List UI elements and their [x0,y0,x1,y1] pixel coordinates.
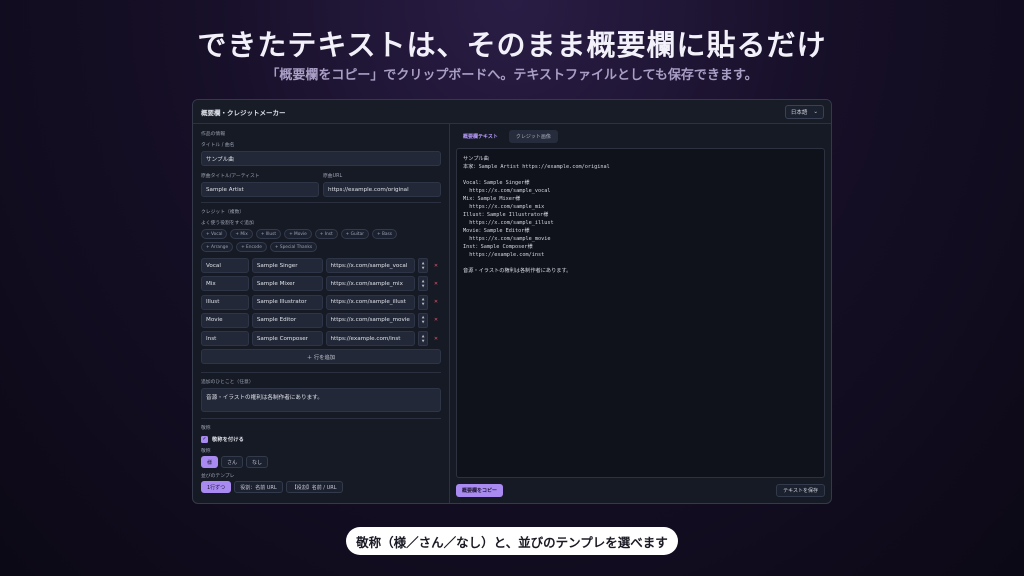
honorific-sama-button[interactable]: 様 [201,456,219,469]
move-buttons[interactable]: ▲ ▼ [418,258,429,273]
chip-arrange[interactable]: + Arrange [201,242,234,252]
credit-name-input[interactable]: Sample Composer [251,331,323,347]
role-chips: + Vocal + Mix + Illust + Movie + Inst + … [201,229,421,252]
language-value: 日本語 [790,109,808,116]
move-down-icon[interactable]: ▼ [422,320,425,325]
chip-bass[interactable]: + Bass [371,229,398,239]
delete-icon[interactable]: ✕ [431,315,441,325]
original-url-input[interactable]: https://example.com/original [323,182,441,197]
move-down-icon[interactable]: ▼ [422,339,425,344]
honorific-checkbox-label: 敬称を付ける [212,437,244,444]
copy-description-button[interactable]: 概要欄をコピー [456,484,504,497]
credit-list: Vocal Sample Singer https://x.com/sample… [201,258,441,347]
tab-description-text[interactable]: 概要欄テキスト [456,130,505,143]
original-url-label: 原曲URL [323,174,343,179]
app-header: 概要欄・クレジットメーカー 日本語 ⌄ [193,100,831,124]
credit-role-input[interactable]: Illust [201,294,249,310]
credits-heading: クレジット（複数） [201,210,245,215]
honorific-label: 敬称 [201,449,211,455]
note-textarea[interactable]: 音源・イラストの権利は各制作者にあります。 [201,388,441,413]
add-row-button[interactable]: ＋ 行を追加 [201,349,441,365]
title-input[interactable]: サンプル曲 [201,151,441,166]
chip-mix[interactable]: + Mix [230,229,253,239]
chip-encode[interactable]: + Encode [236,242,267,252]
credit-row: Mix Sample Mixer https://x.com/sample_mi… [201,276,441,292]
template-bracket-role-button[interactable]: 【役割】名前 / URL [285,481,343,494]
app-window: 概要欄・クレジットメーカー 日本語 ⌄ 作品の情報 タイトル / 曲名 サンプル… [192,99,832,504]
caption-pill: 敬称（様／さん／なし）と、並びのテンプレを選べます [346,527,678,555]
app-title: 概要欄・クレジットメーカー [201,108,286,117]
preview-actions: 概要欄をコピー テキストを保存 [456,484,825,497]
template-options: 1行ずつ 役割：名前 URL 【役割】名前 / URL [201,481,441,494]
credit-row: Movie Sample Editor https://x.com/sample… [201,312,441,328]
note-label: 追加のひとこと（任意） [201,380,254,386]
move-buttons[interactable]: ▲ ▼ [418,312,429,328]
credit-name-input[interactable]: Sample Singer [251,258,323,273]
credit-url-input[interactable]: https://example.com/inst [325,331,416,347]
preview-text: サンプル曲 本家：Sample Artist https://example.c… [456,148,825,478]
work-info-heading: 作品の情報 [201,132,225,137]
language-select[interactable]: 日本語 ⌄ [784,104,824,119]
quick-add-label: よく使う役割をすぐ追加 [201,221,254,226]
move-down-icon[interactable]: ▼ [422,302,425,307]
checkbox-icon[interactable]: ✓ [201,435,208,443]
credit-row: Inst Sample Composer https://example.com… [201,331,441,347]
chevron-down-icon: ⌄ [813,108,818,115]
honorific-options: 様 さん なし [201,456,441,469]
template-one-per-line-button[interactable]: 1行ずつ [201,481,232,494]
chip-special-thanks[interactable]: + Special Thanks [269,242,318,252]
chip-movie[interactable]: + Movie [284,229,312,239]
credit-role-input[interactable]: Movie [201,312,249,328]
move-down-icon[interactable]: ▼ [422,266,425,271]
honorific-none-button[interactable]: なし [246,456,269,469]
honorific-section-heading: 敬称 [201,426,211,432]
credit-url-input[interactable]: https://x.com/sample_illust [325,294,416,310]
credit-row: Illust Sample Illustrator https://x.com/… [201,294,441,310]
title-field-label: タイトル / 曲名 [201,143,235,148]
credit-name-input[interactable]: Sample Illustrator [251,294,323,310]
chip-vocal[interactable]: + Vocal [201,229,228,239]
tab-credit-image[interactable]: クレジット画像 [508,129,558,143]
delete-icon[interactable]: ✕ [431,261,441,271]
credit-role-input[interactable]: Inst [201,331,249,347]
original-title-input[interactable]: Sample Artist [201,182,319,197]
preview-panel: 概要欄テキスト クレジット画像 サンプル曲 本家：Sample Artist h… [450,124,831,503]
delete-icon[interactable]: ✕ [431,334,441,344]
chip-illust[interactable]: + Illust [255,229,282,239]
honorific-checkbox-row[interactable]: ✓ 敬称を付ける [201,435,441,443]
delete-icon[interactable]: ✕ [431,279,441,289]
original-title-label: 原曲タイトル/アーティスト [201,174,260,179]
hero-subtitle: 「概要欄をコピー」でクリップボードへ。テキストファイルとしても保存できます。 [266,68,758,83]
credit-role-input[interactable]: Mix [201,276,249,292]
credit-url-input[interactable]: https://x.com/sample_vocal [325,258,416,273]
template-label: 並びのテンプレ [201,474,235,480]
form-panel: 作品の情報 タイトル / 曲名 サンプル曲 原曲タイトル/アーティスト Samp… [193,124,450,503]
chip-inst[interactable]: + Inst [314,229,338,239]
credit-name-input[interactable]: Sample Mixer [251,276,323,292]
credit-name-input[interactable]: Sample Editor [251,312,323,328]
template-role-name-url-button[interactable]: 役割：名前 URL [234,481,283,494]
preview-tabs: 概要欄テキスト クレジット画像 [456,128,825,144]
move-buttons[interactable]: ▲ ▼ [418,294,429,310]
credit-role-input[interactable]: Vocal [201,258,249,273]
credit-row: Vocal Sample Singer https://x.com/sample… [201,258,441,273]
move-buttons[interactable]: ▲ ▼ [418,276,429,292]
save-text-button[interactable]: テキストを保存 [776,484,825,497]
honorific-san-button[interactable]: さん [221,456,244,469]
credit-url-input[interactable]: https://x.com/sample_mix [325,276,416,292]
move-down-icon[interactable]: ▼ [422,284,425,289]
credit-url-input[interactable]: https://x.com/sample_movie [325,312,416,328]
move-buttons[interactable]: ▲ ▼ [418,331,429,347]
chip-guitar[interactable]: + Guitar [340,229,369,239]
delete-icon[interactable]: ✕ [431,297,441,307]
hero-title: できたテキストは、そのまま概要欄に貼るだけ [197,28,827,62]
